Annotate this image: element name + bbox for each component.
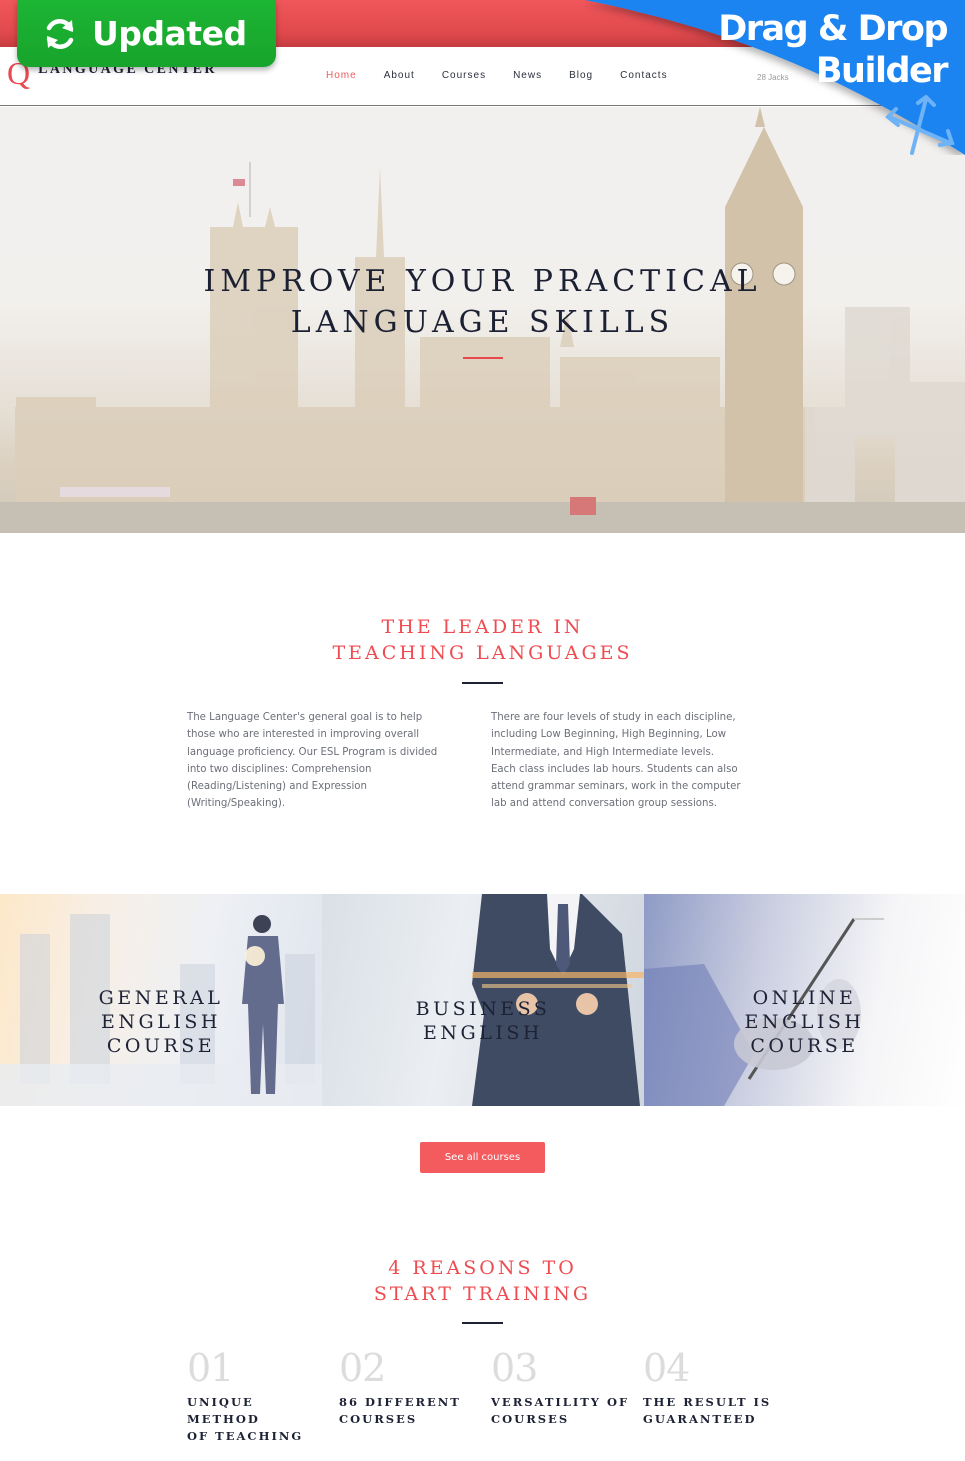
updated-label: Updated bbox=[92, 14, 247, 53]
leader-paragraph-right: There are four levels of study in each d… bbox=[491, 712, 741, 810]
reason-label-line: COURSES bbox=[339, 1412, 418, 1426]
leader-divider bbox=[462, 682, 503, 684]
reasons-title-line1: 4 REASONS TO bbox=[388, 1257, 577, 1279]
course-title-business: BUSINESS ENGLISH bbox=[322, 997, 644, 1045]
reasons-divider bbox=[462, 1322, 503, 1324]
course-title-line: ENGLISH bbox=[423, 1022, 543, 1044]
reason-label: VERSATILITY OF COURSES bbox=[491, 1394, 636, 1428]
hero-banner: IMPROVE YOUR PRACTICAL LANGUAGE SKILLS bbox=[0, 107, 965, 533]
course-tile-business[interactable]: BUSINESS ENGLISH bbox=[322, 894, 644, 1106]
course-title-line: GENERAL bbox=[98, 987, 224, 1009]
course-title-line: ENGLISH bbox=[101, 1011, 221, 1033]
reasons-title-line2: START TRAINING bbox=[373, 1283, 592, 1305]
see-all-courses-button[interactable]: See all courses bbox=[420, 1142, 545, 1173]
nav-news[interactable]: News bbox=[513, 70, 542, 81]
reason-item: 02 86 DIFFERENT COURSES bbox=[339, 1344, 484, 1428]
reason-number: 01 bbox=[187, 1346, 234, 1390]
course-title-line: ONLINE bbox=[752, 987, 857, 1009]
nav-contacts[interactable]: Contacts bbox=[620, 70, 667, 81]
course-title-online: ONLINE ENGLISH COURSE bbox=[644, 986, 965, 1058]
updated-badge: Updated bbox=[17, 0, 276, 67]
header-address: 28 Jacks bbox=[757, 73, 789, 82]
hero-title-line2: LANGUAGE SKILLS bbox=[290, 305, 675, 340]
reason-label-line: THE RESULT IS bbox=[643, 1395, 772, 1409]
nav-courses[interactable]: Courses bbox=[442, 70, 486, 81]
hero-title-line1: IMPROVE YOUR PRACTICAL bbox=[203, 264, 762, 299]
reason-item: 01 UNIQUE METHOD OF TEACHING bbox=[187, 1344, 332, 1445]
reason-label-line: VERSATILITY OF bbox=[491, 1395, 630, 1409]
course-tile-general[interactable]: GENERAL ENGLISH COURSE bbox=[0, 894, 322, 1106]
reason-label: 86 DIFFERENT COURSES bbox=[339, 1394, 484, 1428]
course-title-line: ENGLISH bbox=[744, 1011, 865, 1033]
reason-label-line: COURSES bbox=[491, 1412, 570, 1426]
leader-section-title: THE LEADER IN TEACHING LANGUAGES bbox=[0, 614, 965, 666]
reason-label-line: 86 DIFFERENT bbox=[339, 1395, 461, 1409]
reason-number: 03 bbox=[491, 1346, 538, 1390]
reason-label: UNIQUE METHOD OF TEACHING bbox=[187, 1394, 332, 1445]
reason-label-line: OF TEACHING bbox=[187, 1429, 304, 1443]
nav-home[interactable]: Home bbox=[326, 70, 357, 81]
main-nav: Home About Courses News Blog Contacts bbox=[326, 70, 695, 81]
hero-divider bbox=[463, 357, 503, 359]
course-title-line: COURSE bbox=[750, 1035, 859, 1057]
nav-blog[interactable]: Blog bbox=[569, 70, 593, 81]
reason-label-line: UNIQUE METHOD bbox=[187, 1395, 260, 1426]
course-title-line: COURSE bbox=[106, 1035, 216, 1057]
course-tiles: GENERAL ENGLISH COURSE BUSINESS ENGLISH bbox=[0, 894, 965, 1106]
reason-item: 03 VERSATILITY OF COURSES bbox=[491, 1344, 636, 1428]
reason-number: 04 bbox=[643, 1346, 690, 1390]
reason-label: THE RESULT IS GUARANTEED bbox=[643, 1394, 788, 1428]
course-tile-online[interactable]: ONLINE ENGLISH COURSE bbox=[644, 894, 965, 1106]
leader-title-line1: THE LEADER IN bbox=[381, 616, 584, 638]
hero-headline: IMPROVE YOUR PRACTICAL LANGUAGE SKILLS bbox=[0, 261, 965, 343]
refresh-icon bbox=[46, 18, 74, 49]
course-title-line: BUSINESS bbox=[415, 998, 551, 1020]
reasons-section-title: 4 REASONS TO START TRAINING bbox=[0, 1255, 965, 1307]
course-title-general: GENERAL ENGLISH COURSE bbox=[0, 986, 322, 1058]
reason-label-line: GUARANTEED bbox=[643, 1412, 757, 1426]
reason-number: 02 bbox=[339, 1346, 386, 1390]
leader-title-line2: TEACHING LANGUAGES bbox=[332, 642, 633, 664]
reason-item: 04 THE RESULT IS GUARANTEED bbox=[643, 1344, 788, 1428]
leader-paragraph-left: The Language Center's general goal is to… bbox=[187, 712, 438, 810]
nav-about[interactable]: About bbox=[384, 70, 415, 81]
